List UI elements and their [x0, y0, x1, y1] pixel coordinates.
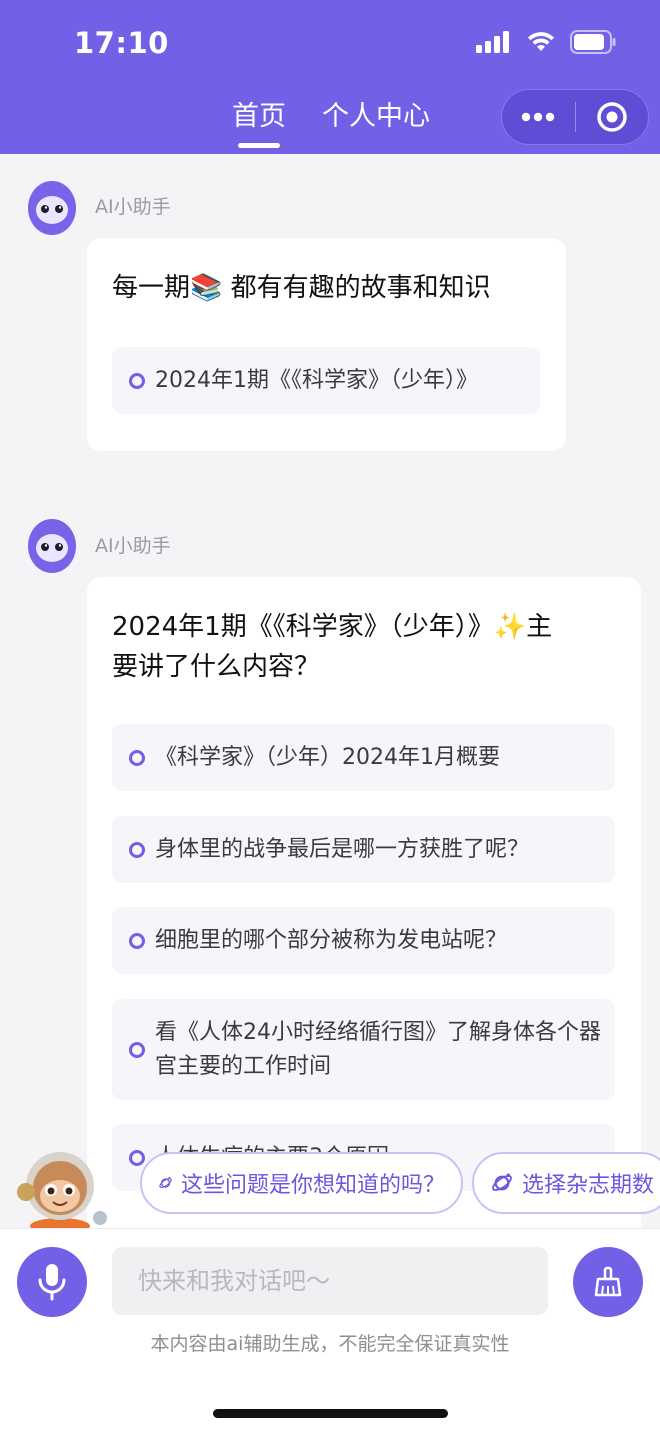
- suggestion-text: 身体里的战争最后是哪一方获胜了呢？: [155, 836, 530, 862]
- broom-icon: [594, 1266, 622, 1297]
- suggestion-option[interactable]: 细胞里的哪个部分被称为发电站呢？: [112, 907, 615, 974]
- battery-icon: [570, 30, 616, 54]
- suggestion-option[interactable]: 身体里的战争最后是哪一方获胜了呢？: [112, 816, 615, 883]
- mini-program-capsule: [501, 89, 649, 145]
- planet-icon: [159, 1177, 172, 1188]
- bullet-ring-icon: [129, 749, 145, 766]
- assistant-avatar: [28, 519, 76, 573]
- tab-profile[interactable]: 个人中心: [322, 98, 430, 136]
- suggestion-text: 看《人体24小时经络循行图》了解身体各个器官主要的工作时间: [155, 1019, 601, 1079]
- suggestion-text: 《科学家》（少年）2024年1月概要: [155, 744, 500, 770]
- message-title-line2: 要讲了什么内容？: [112, 652, 321, 682]
- more-dots-icon: [522, 112, 555, 122]
- message-title-line1: 2024年1期《《科学家》（少年）》✨主: [112, 612, 553, 642]
- assistant-avatar: [28, 181, 76, 235]
- chip-label: 这些问题是你想知道的吗？: [180, 1173, 445, 1198]
- top-bar: 17:10 首页 个人中心: [0, 0, 660, 154]
- wifi-icon: [528, 32, 554, 51]
- bullet-ring-icon: [129, 932, 145, 949]
- chat-input[interactable]: [112, 1247, 548, 1315]
- chip-label: 选择杂志期数: [521, 1173, 654, 1198]
- input-bar: 本内容由ai辅助生成，不能完全保证真实性: [0, 1228, 660, 1429]
- suggestion-option[interactable]: 看《人体24小时经络循行图》了解身体各个器官主要的工作时间: [112, 999, 615, 1100]
- microphone-icon: [38, 1264, 66, 1301]
- mascot-astronaut-icon[interactable]: [14, 1146, 110, 1232]
- signal-icon: [476, 31, 509, 53]
- status-time: 17:10: [74, 26, 169, 60]
- status-icons: [476, 30, 616, 54]
- close-miniprogram-button[interactable]: [576, 89, 649, 145]
- chip-select-issue[interactable]: 选择杂志期数: [472, 1152, 660, 1214]
- home-indicator: [213, 1409, 448, 1418]
- sender-name: AI小助手: [95, 535, 171, 557]
- suggestion-option[interactable]: 2024年1期《《科学家》（少年）》: [112, 347, 540, 414]
- bullet-ring-icon: [129, 1041, 145, 1058]
- bullet-ring-icon: [129, 1149, 145, 1166]
- suggestion-option[interactable]: 《科学家》（少年）2024年1月概要: [112, 724, 615, 791]
- nav-tabs: 首页 个人中心: [232, 98, 430, 148]
- ai-disclaimer: 本内容由ai辅助生成，不能完全保证真实性: [150, 1333, 510, 1355]
- suggestion-text: 2024年1期《《科学家》（少年）》: [155, 367, 478, 393]
- message-card: 每一期📚 都有有趣的故事和知识 2024年1期《《科学家》（少年）》: [87, 238, 566, 451]
- suggestion-text: 细胞里的哪个部分被称为发电站呢？: [155, 927, 508, 953]
- clear-chat-button[interactable]: [573, 1247, 643, 1317]
- tab-home[interactable]: 首页: [232, 98, 286, 148]
- bullet-ring-icon: [129, 841, 145, 858]
- target-icon: [597, 102, 627, 132]
- sender-name: AI小助手: [95, 196, 171, 218]
- bullet-ring-icon: [129, 372, 145, 389]
- more-button[interactable]: [502, 89, 575, 145]
- planet-icon: [492, 1173, 512, 1191]
- chip-questions[interactable]: 这些问题是你想知道的吗？: [140, 1152, 463, 1214]
- voice-button[interactable]: [17, 1247, 87, 1317]
- message-title: 每一期📚 都有有趣的故事和知识: [112, 273, 491, 303]
